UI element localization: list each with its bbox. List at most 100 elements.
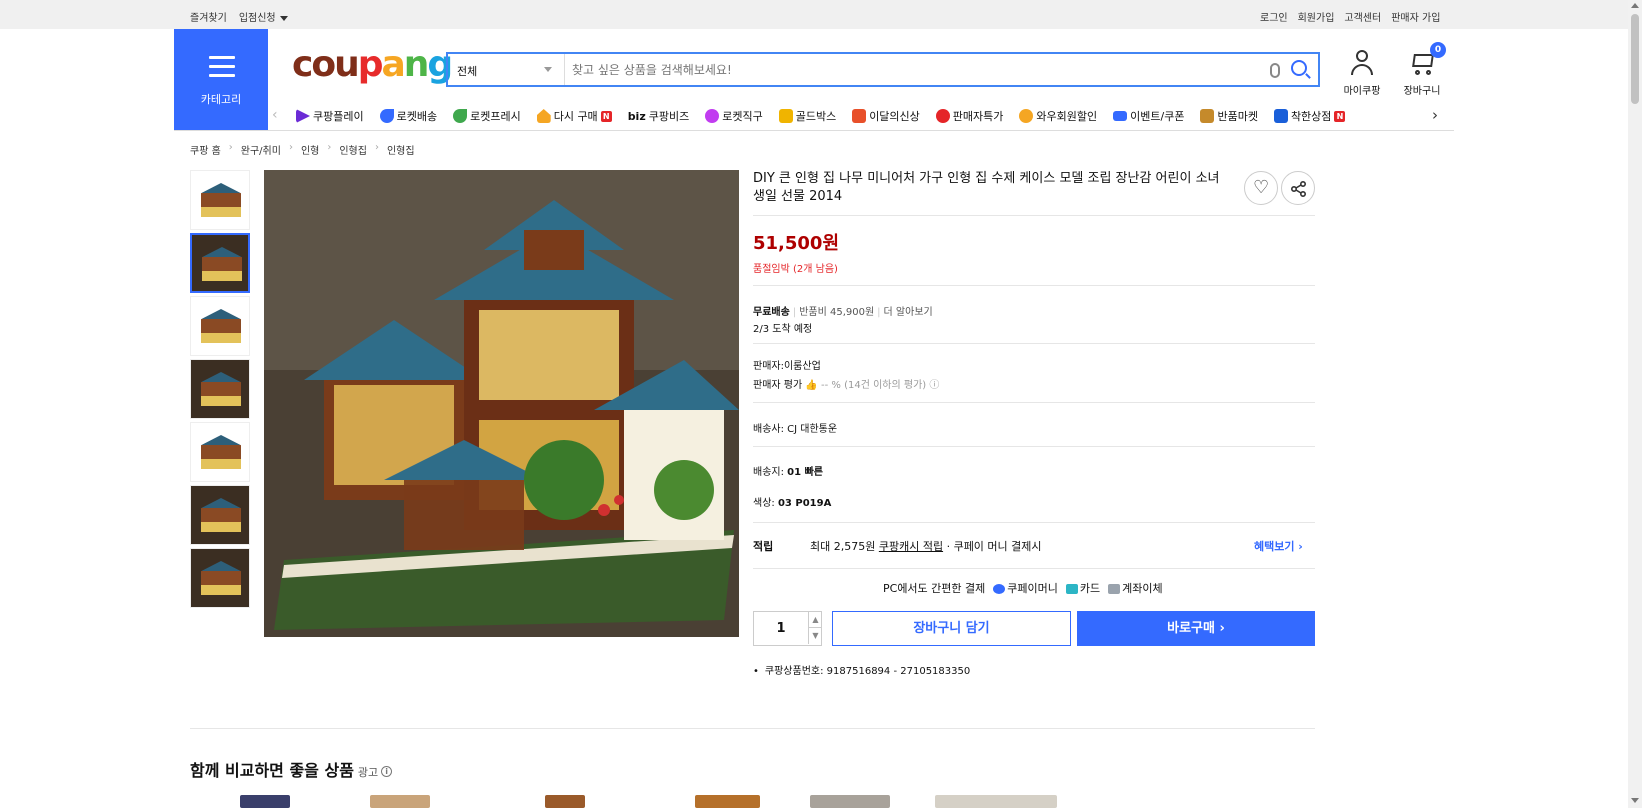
option-delivery[interactable]: 배송지: 01 빠른 xyxy=(753,463,823,478)
nav-item-rebuy[interactable]: 다시 구매 N xyxy=(536,108,612,124)
rocket-fresh-icon xyxy=(453,109,468,123)
product-title: DIY 큰 인형 집 나무 미니어처 가구 인형 집 수제 케이스 모델 조립 … xyxy=(753,171,1220,204)
rocket-icon xyxy=(379,109,394,123)
partner-apply-menu[interactable]: 입점신청 xyxy=(239,9,288,24)
carrier-info: 배송사: CJ 대한통운 xyxy=(753,424,838,435)
buy-now-button[interactable]: 바로구매 › xyxy=(1077,611,1315,646)
ticket-icon xyxy=(1113,111,1128,121)
breadcrumb-toys-hobby[interactable]: 완구/취미 xyxy=(241,142,281,157)
my-coupang-button[interactable]: 마이쿠팡 xyxy=(1339,50,1385,97)
compare-item-5-image[interactable] xyxy=(810,795,890,808)
thumbnail-1[interactable] xyxy=(190,170,250,230)
search-input[interactable] xyxy=(572,59,1222,81)
chevron-right-icon: › xyxy=(327,142,332,153)
add-to-cart-button[interactable]: 장바구니 담기 xyxy=(832,611,1071,646)
coupang-logo[interactable]: coupang xyxy=(292,44,453,85)
chevron-down-icon xyxy=(544,67,552,72)
breadcrumb-dollhouse-current[interactable]: 인형집 xyxy=(387,142,415,157)
quantity-down-icon[interactable]: ▼ xyxy=(808,628,822,644)
chevron-right-icon: › xyxy=(288,142,293,153)
coupang-cash-link[interactable]: 쿠팡캐시 적립 xyxy=(879,540,943,553)
nav-item-rocket-delivery[interactable]: 로켓배송 xyxy=(379,108,437,124)
nav-item-goldbox[interactable]: 골드박스 xyxy=(778,108,836,124)
quantity-up-icon[interactable]: ▲ xyxy=(808,612,822,628)
compare-item-1-image[interactable] xyxy=(240,795,290,808)
breadcrumb-home[interactable]: 쿠팡 홈 xyxy=(190,142,221,157)
seller-name[interactable]: 판매자:이룸산업 xyxy=(753,357,821,372)
return-fee: 반품비 45,900원 xyxy=(799,307,875,318)
nav-next-icon[interactable]: › xyxy=(1432,106,1438,124)
breadcrumb-dolls[interactable]: 인형 xyxy=(301,142,319,157)
favorite-heart-icon[interactable] xyxy=(1244,171,1278,205)
nav-item-good-store[interactable]: 착한상점 N xyxy=(1273,108,1346,124)
thumbnail-3[interactable] xyxy=(190,296,250,356)
info-icon[interactable]: i xyxy=(381,766,393,777)
compare-item-4-image[interactable] xyxy=(695,795,760,808)
info-icon[interactable]: ⓘ xyxy=(929,380,939,391)
seller-signup-link[interactable]: 판매자 가입 xyxy=(1391,9,1440,24)
thumbnail-4[interactable] xyxy=(190,359,250,419)
search-icon[interactable] xyxy=(1291,60,1307,76)
nav-prev-icon[interactable]: ‹ xyxy=(272,107,278,123)
thumbnail-2[interactable] xyxy=(190,233,250,293)
signup-link[interactable]: 회원가입 xyxy=(1298,9,1335,24)
chevron-right-icon: › xyxy=(228,142,233,153)
shipping-divider xyxy=(753,343,1315,344)
nav-item-coupang-play[interactable]: 쿠팡플레이 xyxy=(296,108,364,124)
seller-rating: 판매자 평가 👍 -- % (14건 이하의 평가) ⓘ xyxy=(753,380,940,391)
compare-item-6-image[interactable] xyxy=(935,795,1057,808)
option-color[interactable]: 색상: 03 P019A xyxy=(753,494,831,509)
coupay-icon xyxy=(993,584,1006,594)
stock-warning: 품절임박 (2개 남음) xyxy=(753,264,838,275)
share-button[interactable] xyxy=(1281,171,1315,205)
scroll-down-icon[interactable] xyxy=(1631,798,1639,803)
seller-divider xyxy=(753,402,1315,403)
category-label: 카테고리 xyxy=(200,93,242,106)
category-menu-button[interactable]: 카테고리 xyxy=(174,29,268,130)
scroll-up-icon[interactable] xyxy=(1631,3,1639,8)
shopping-bag-icon xyxy=(852,109,867,123)
card-icon xyxy=(1065,584,1078,594)
microphone-icon[interactable] xyxy=(1270,63,1280,78)
login-link[interactable]: 로그인 xyxy=(1260,9,1288,24)
breadcrumb-dollhouse[interactable]: 인형집 xyxy=(339,142,367,157)
user-icon xyxy=(1350,50,1374,76)
vertical-scrollbar[interactable] xyxy=(1628,0,1642,808)
nav-item-rocket-direct[interactable]: 로켓직구 xyxy=(705,108,763,124)
nav-item-wow-discount[interactable]: 와우회원할인 xyxy=(1019,108,1097,124)
quantity-value[interactable]: 1 xyxy=(754,612,808,645)
nav-item-coupang-biz[interactable]: biz 쿠팡비즈 xyxy=(628,108,690,124)
product-price: 51,500원 xyxy=(753,233,840,254)
bank-transfer: 계좌이체 xyxy=(1108,580,1163,596)
nav-item-events-coupons[interactable]: 이벤트/쿠폰 xyxy=(1113,108,1184,124)
thumbnail-7[interactable] xyxy=(190,548,250,608)
chevron-right-icon: › xyxy=(374,142,379,153)
main-product-image[interactable] xyxy=(264,170,739,637)
compare-item-2-image[interactable] xyxy=(370,795,430,808)
price-divider xyxy=(753,285,1315,286)
customer-center-link[interactable]: 고객센터 xyxy=(1344,9,1381,24)
service-nav: ‹ 쿠팡플레이 로켓배송 로켓프레시 다시 구매 N biz 쿠팡비즈 로켓직구 골… xyxy=(272,105,1452,129)
compare-item-3-image[interactable] xyxy=(545,795,585,808)
quantity-stepper[interactable]: 1 ▲ ▼ xyxy=(753,611,822,646)
thumbnail-list xyxy=(190,170,250,611)
payment-methods: PC에서도 간편한 결제 쿠페이머니 카드 계좌이체 xyxy=(883,580,1163,596)
nav-item-seller-deals[interactable]: 판매자특가 xyxy=(935,108,1003,124)
section-divider xyxy=(190,728,1315,729)
option-divider xyxy=(753,522,1315,523)
nav-item-return-market[interactable]: 반품마켓 xyxy=(1200,108,1258,124)
thumbnail-5[interactable] xyxy=(190,422,250,482)
search-category-select[interactable]: 전체 xyxy=(448,54,565,85)
thumbnail-6[interactable] xyxy=(190,485,250,545)
scrollbar-thumb[interactable] xyxy=(1631,14,1639,104)
bookmark-link[interactable]: 즐겨찾기 xyxy=(190,9,227,24)
play-icon xyxy=(296,109,310,123)
nav-item-new-arrivals[interactable]: 이달의신상 xyxy=(852,108,920,124)
breadcrumb: 쿠팡 홈 › 완구/취미 › 인형 › 인형집 › 인형집 xyxy=(190,142,415,157)
gift-box-icon xyxy=(778,109,793,123)
nav-item-rocket-fresh[interactable]: 로켓프레시 xyxy=(453,108,521,124)
carrier-divider xyxy=(753,446,1315,447)
benefit-link[interactable]: 혜택보기 › xyxy=(1254,538,1303,554)
home-icon xyxy=(536,109,551,123)
learn-more-link[interactable]: 더 알아보기 xyxy=(884,307,933,318)
